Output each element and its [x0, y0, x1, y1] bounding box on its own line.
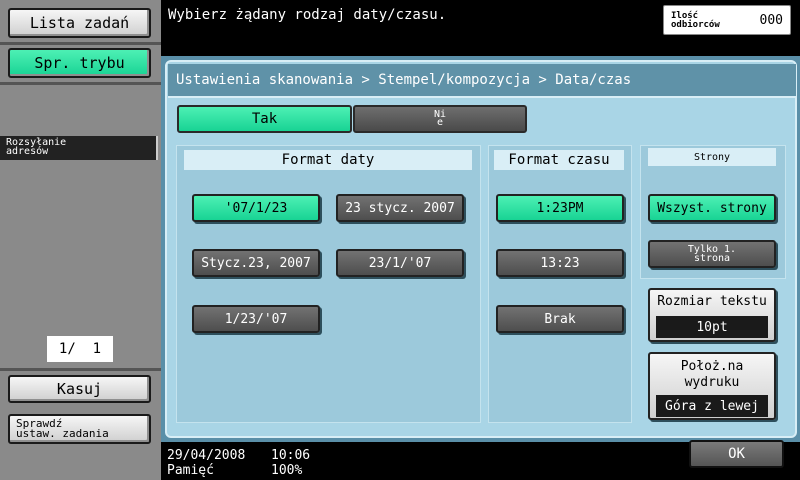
ok-button[interactable]: OK — [689, 440, 784, 468]
print-position-value: Góra z lewej — [656, 395, 768, 417]
check-job-settings-label: Sprawdź ustaw. zadania — [16, 417, 109, 440]
print-position-label-line2: wydruku — [684, 375, 740, 390]
date-option-yy-m-d[interactable]: '07/1/23 — [192, 194, 320, 222]
date-format-panel — [176, 145, 481, 423]
delete-button[interactable]: Kasuj — [8, 375, 151, 403]
sidebar-divider — [0, 42, 161, 45]
recipients-count: 000 — [759, 13, 783, 28]
address-broadcast-label: Rozsyłanie adresów — [0, 136, 158, 160]
address-broadcast-text: Rozsyłanie adresów — [6, 137, 67, 157]
instruction-message: Wybierz żądany rodzaj daty/czasu. — [168, 7, 447, 23]
check-job-settings-button[interactable]: Sprawdź ustaw. zadania — [8, 414, 151, 444]
status-time: 10:06 — [271, 448, 311, 463]
status-bar: 29/04/2008 10:06 Pamięć 100% — [167, 448, 310, 478]
yes-toggle-button[interactable]: Tak — [177, 105, 352, 133]
print-position-label-line1: Położ.na — [680, 359, 744, 374]
pages-title: Strony — [648, 148, 776, 166]
date-option-d-m-yy[interactable]: 23/1/'07 — [336, 249, 464, 277]
no-label-line2: e — [436, 117, 444, 128]
page-indicator: 1/ 1 — [47, 336, 113, 362]
time-option-24h[interactable]: 13:23 — [496, 249, 624, 277]
sidebar-divider — [0, 368, 161, 371]
breadcrumb: Ustawienia skanowania > Stempel/kompozyc… — [168, 64, 796, 98]
date-option-d-month-yyyy[interactable]: 23 stycz. 2007 — [336, 194, 464, 222]
first-page-label-line2: strona — [693, 253, 731, 264]
print-position-label: Położ.na wydruku — [650, 359, 774, 391]
status-date: 29/04/2008 — [167, 448, 246, 463]
memory-value: 100% — [271, 463, 303, 478]
time-format-panel — [488, 145, 632, 423]
memory-label: Pamięć — [167, 463, 214, 478]
text-size-label: Rozmiar tekstu — [657, 294, 767, 309]
mode-check-button[interactable]: Spr. trybu — [8, 48, 151, 78]
no-toggle-button[interactable]: Ni e — [353, 105, 527, 133]
time-option-12h[interactable]: 1:23PM — [496, 194, 624, 222]
time-option-none[interactable]: Brak — [496, 305, 624, 333]
time-format-title: Format czasu — [494, 150, 624, 170]
date-option-month-d-yyyy[interactable]: Stycz.23, 2007 — [192, 249, 320, 277]
job-list-button[interactable]: Lista zadań — [8, 8, 151, 38]
page-indicator-text: 1/ 1 — [58, 341, 102, 357]
recipients-label: Ilość odbiorców — [671, 11, 720, 30]
recipients-counter: Ilość odbiorców 000 — [663, 5, 791, 35]
text-size-button[interactable]: Rozmiar tekstu 10pt — [648, 288, 776, 342]
date-option-m-d-yy[interactable]: 1/23/'07 — [192, 305, 320, 333]
date-format-title: Format daty — [184, 150, 472, 170]
first-page-only-button[interactable]: Tylko 1. strona — [648, 240, 776, 268]
print-position-button[interactable]: Położ.na wydruku Góra z lewej — [648, 352, 776, 420]
text-size-value: 10pt — [656, 316, 768, 338]
sidebar-divider — [0, 82, 161, 85]
all-pages-button[interactable]: Wszyst. strony — [648, 194, 776, 222]
